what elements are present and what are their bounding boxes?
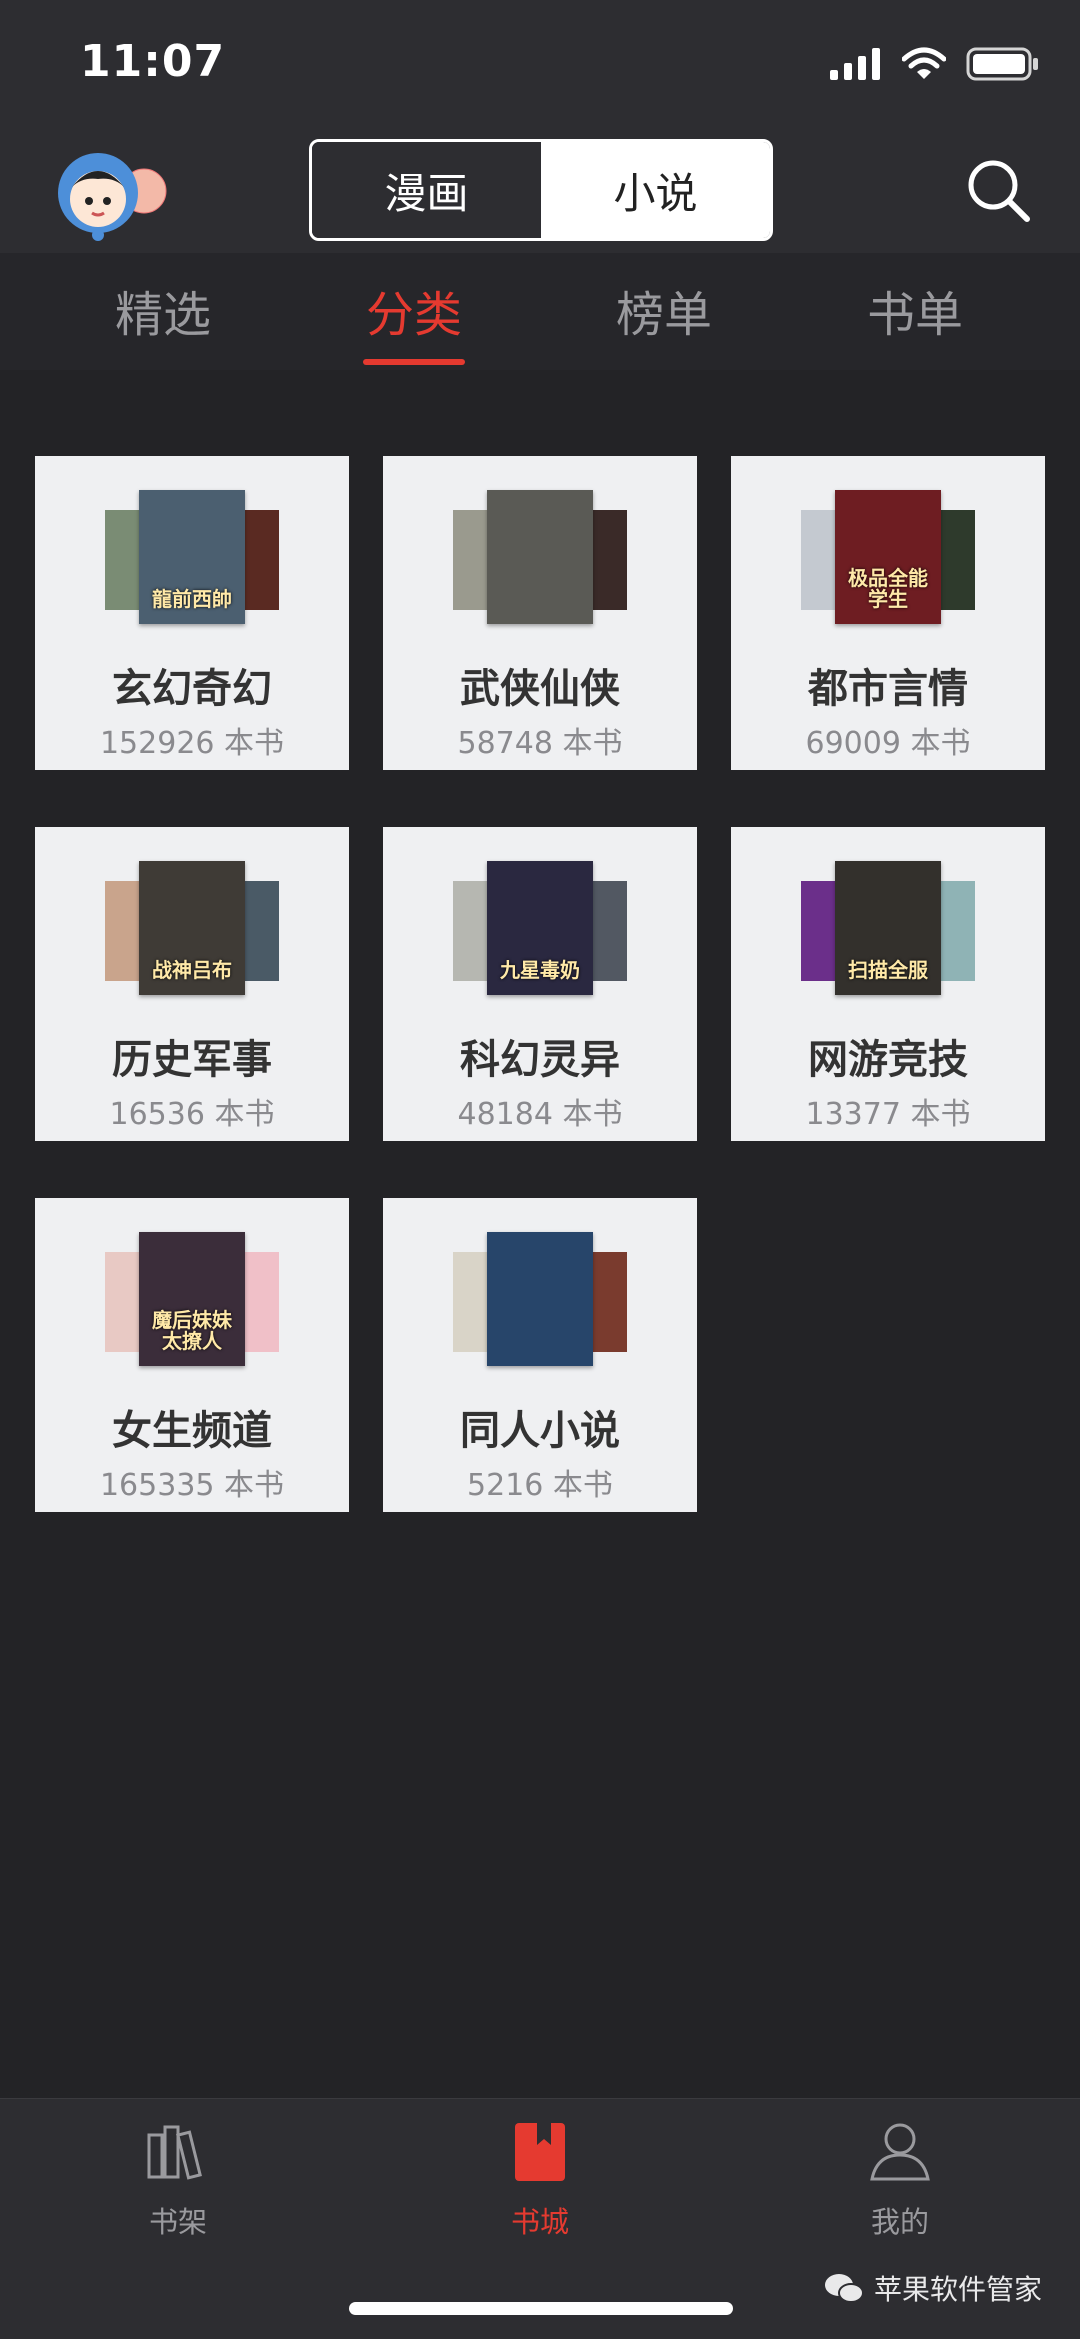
nav-label: 书城: [510, 2205, 569, 2239]
status-time: 11:07: [80, 36, 226, 87]
category-card[interactable]: 扫描全服 网游竞技 13377 本书: [731, 827, 1045, 1141]
category-name: 网游竞技: [808, 1037, 968, 1083]
category-name: 同人小说: [460, 1408, 620, 1454]
search-icon: [968, 160, 1030, 222]
cover-title: 扫描全服: [848, 958, 928, 982]
cover-stack: 魔后妹妹太撩人: [105, 1232, 279, 1366]
category-card[interactable]: 极品全能学生 都市言情 69009 本书: [731, 456, 1045, 770]
cover-title: 战神吕布: [152, 958, 232, 982]
mascot-avatar-icon: [58, 153, 167, 241]
book-count: 58748 本书: [457, 726, 623, 761]
book-count: 48184 本书: [457, 1097, 623, 1132]
book-cover: 龍前西帥: [139, 490, 245, 624]
cover-title: 龍前西帥: [152, 587, 232, 611]
status-bar: 11:07: [0, 0, 1080, 135]
tab-featured[interactable]: 精选: [63, 275, 263, 345]
tab-rankings[interactable]: 榜单: [564, 275, 764, 345]
bookstore-icon: [515, 2123, 565, 2181]
book-count: 13377 本书: [805, 1097, 971, 1132]
book-cover: 九星毒奶: [487, 861, 593, 995]
battery-icon: [966, 47, 1038, 81]
cover-stack: [453, 1232, 627, 1366]
nav-bookshelf[interactable]: 书架: [78, 2119, 278, 2241]
mode-switch: 漫画 小说: [309, 139, 773, 241]
status-icons: [830, 44, 1040, 84]
home-indicator: [349, 2302, 733, 2315]
category-card[interactable]: 龍前西帥 玄幻奇幻 152926 本书: [35, 456, 349, 770]
mode-tab-novels[interactable]: 小说: [541, 142, 770, 238]
watermark: 苹果软件管家: [824, 2268, 1042, 2308]
active-tab-indicator: [363, 359, 465, 365]
book-cover: [487, 490, 593, 624]
category-card[interactable]: 九星毒奶 科幻灵异 48184 本书: [383, 827, 697, 1141]
category-name: 都市言情: [808, 666, 968, 712]
category-card[interactable]: 武侠仙侠 58748 本书: [383, 456, 697, 770]
book-count: 165335 本书: [99, 1468, 285, 1503]
signal-icon: [830, 48, 880, 80]
category-card[interactable]: 战神吕布 历史军事 16536 本书: [35, 827, 349, 1141]
category-name: 武侠仙侠: [460, 666, 620, 712]
cover-stack: 九星毒奶: [453, 861, 627, 995]
wifi-icon: [902, 47, 946, 79]
tab-categories[interactable]: 分类: [314, 275, 514, 345]
avatar[interactable]: [54, 143, 170, 243]
book-count: 152926 本书: [99, 726, 285, 761]
category-name: 女生频道: [112, 1408, 272, 1454]
nav-label: 书架: [148, 2205, 207, 2239]
bookshelf-icon: [147, 2125, 202, 2180]
book-cover: [487, 1232, 593, 1366]
book-cover: 极品全能学生: [835, 490, 941, 624]
category-tabs: 精选 分类 榜单 书单: [0, 253, 1080, 370]
cover-stack: [453, 490, 627, 624]
cover-title: 九星毒奶: [500, 958, 580, 982]
wechat-icon: [824, 2274, 864, 2303]
tab-booklists[interactable]: 书单: [815, 275, 1015, 345]
mode-tab-comics[interactable]: 漫画: [312, 142, 541, 238]
book-cover: 战神吕布: [139, 861, 245, 995]
category-card[interactable]: 魔后妹妹太撩人 女生频道 165335 本书: [35, 1198, 349, 1512]
cover-stack: 扫描全服: [801, 861, 975, 995]
category-name: 历史军事: [112, 1037, 272, 1083]
nav-bookstore[interactable]: 书城: [440, 2119, 640, 2241]
category-name: 玄幻奇幻: [112, 666, 272, 712]
category-name: 科幻灵异: [460, 1037, 620, 1083]
cover-title: 魔后妹妹太撩人: [152, 1308, 232, 1353]
watermark-text: 苹果软件管家: [873, 2273, 1042, 2306]
book-cover: 魔后妹妹太撩人: [139, 1232, 245, 1366]
cover-stack: 龍前西帥: [105, 490, 279, 624]
cover-stack: 战神吕布: [105, 861, 279, 995]
nav-label: 我的: [870, 2205, 929, 2239]
cover-stack: 极品全能学生: [801, 490, 975, 624]
profile-icon: [870, 2123, 930, 2181]
book-count: 5216 本书: [467, 1468, 613, 1503]
book-count: 16536 本书: [109, 1097, 275, 1132]
nav-profile[interactable]: 我的: [800, 2119, 1000, 2241]
search-button[interactable]: [963, 155, 1033, 225]
book-cover: 扫描全服: [835, 861, 941, 995]
book-count: 69009 本书: [805, 726, 971, 761]
category-card[interactable]: 同人小说 5216 本书: [383, 1198, 697, 1512]
cover-title: 极品全能学生: [848, 566, 928, 611]
header: 漫画 小说: [0, 135, 1080, 253]
